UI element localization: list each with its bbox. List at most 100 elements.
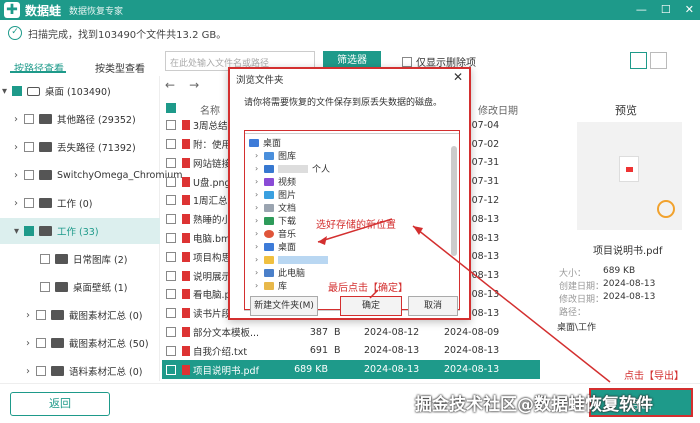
tree-item[interactable]: 日常图库 (2) xyxy=(40,246,127,272)
chevron-down-icon[interactable]: ▾ xyxy=(2,86,12,97)
dialog-close-icon[interactable]: ✕ xyxy=(453,70,463,84)
tree-checkbox[interactable] xyxy=(24,114,34,124)
zoom-icon[interactable] xyxy=(657,200,675,218)
tree-item[interactable]: › 工作 (0) xyxy=(14,190,92,216)
ok-button[interactable]: 确定 xyxy=(340,296,402,316)
folder-icon xyxy=(39,114,52,124)
chevron-right-icon[interactable]: › xyxy=(26,310,36,321)
sidebar: ▾ 桌面 (103490) › 其他路径 (29352) › 丢失路径 (713… xyxy=(0,76,183,384)
table-row[interactable]: 自我介绍.txt 691 B 2024-08-13 2024-08-13 xyxy=(162,342,540,361)
tree-label: 截图素材汇总 (50) xyxy=(69,339,149,350)
file-size-unit: B xyxy=(334,326,341,338)
back-arrow-icon[interactable]: ← xyxy=(165,78,175,92)
file-size: 691 xyxy=(309,345,328,357)
row-checkbox[interactable] xyxy=(166,327,176,338)
table-row[interactable]: 项目说明书.pdf 689 KB 2024-08-13 2024-08-13 xyxy=(162,360,540,379)
row-checkbox[interactable] xyxy=(166,214,176,225)
tree-item[interactable]: › 丢失路径 (71392) xyxy=(14,134,136,160)
tree-item[interactable]: › SwitchyOmega_Chromium xyxy=(14,162,183,188)
chevron-right-icon[interactable]: › xyxy=(14,142,24,153)
row-checkbox[interactable] xyxy=(166,233,176,244)
column-modified[interactable]: 修改日期 xyxy=(478,102,518,117)
scan-status: ✓ 扫描完成，找到103490个文件共13.2 GB。 xyxy=(8,23,226,43)
view-switcher xyxy=(630,52,667,69)
chevron-down-icon[interactable]: ▾ xyxy=(14,226,24,237)
close-icon[interactable]: ✕ xyxy=(685,3,694,16)
tree-item[interactable]: 桌面壁纸 (1) xyxy=(40,274,127,300)
tree-checkbox[interactable] xyxy=(40,254,50,264)
maximize-icon[interactable]: ☐ xyxy=(661,3,671,16)
tree-checkbox[interactable] xyxy=(12,86,22,96)
only-deleted-checkbox[interactable] xyxy=(402,56,412,67)
list-view-icon[interactable] xyxy=(630,52,647,69)
tree-item[interactable]: › 语料素材汇总 (0) xyxy=(26,358,142,384)
forward-arrow-icon[interactable]: → xyxy=(189,78,199,92)
tree-label: 桌面壁纸 (1) xyxy=(73,283,128,294)
new-folder-button[interactable]: 新建文件夹(M) xyxy=(250,296,318,316)
tree-item[interactable]: › 其他路径 (29352) xyxy=(14,106,136,132)
chevron-right-icon[interactable]: › xyxy=(14,198,24,209)
folder-icon xyxy=(51,310,64,320)
annotation-click-export: 点击【导出】 xyxy=(624,371,684,382)
file-icon xyxy=(182,157,190,168)
file-icon xyxy=(182,289,190,300)
row-checkbox[interactable] xyxy=(166,157,176,168)
tree-item[interactable]: › 截图素材汇总 (50) xyxy=(26,330,149,356)
tree-checkbox[interactable] xyxy=(40,282,50,292)
grid-view-icon[interactable] xyxy=(650,52,667,69)
folder-icon xyxy=(55,254,68,264)
minimize-icon[interactable]: — xyxy=(636,3,647,16)
file-icon xyxy=(182,214,190,225)
file-icon xyxy=(182,345,190,356)
file-icon xyxy=(182,327,190,338)
tree-label: 语料素材汇总 (0) xyxy=(69,367,143,378)
cancel-button[interactable]: 取消 xyxy=(408,296,458,316)
back-button[interactable]: 返回 xyxy=(10,392,110,416)
select-all-checkbox[interactable] xyxy=(166,103,176,113)
tree-checkbox[interactable] xyxy=(36,310,46,320)
row-checkbox[interactable] xyxy=(166,120,176,131)
file-icon xyxy=(182,176,190,187)
chevron-right-icon[interactable]: › xyxy=(14,114,24,125)
table-row[interactable]: 部分文本模板... 387 B 2024-08-12 2024-08-09 xyxy=(162,323,540,342)
file-size: 387 xyxy=(309,326,328,338)
column-name[interactable]: 名称 xyxy=(200,102,220,117)
tree-item[interactable]: › 截图素材汇总 (0) xyxy=(26,302,142,328)
tree-item-desktop[interactable]: ▾ 桌面 (103490) xyxy=(2,78,111,104)
created-value: 2024-08-13 xyxy=(603,279,656,289)
tree-checkbox[interactable] xyxy=(36,338,46,348)
modified-value: 2024-08-13 xyxy=(603,292,656,302)
row-checkbox[interactable] xyxy=(166,308,176,319)
file-name: 部分文本模板... xyxy=(193,328,260,340)
annotation-click-ok: 最后点击【确定】 xyxy=(328,283,408,294)
row-checkbox[interactable] xyxy=(166,176,176,187)
tree-checkbox[interactable] xyxy=(24,198,34,208)
file-created: 2024-08-13 xyxy=(364,364,420,376)
file-created: 2024-08-13 xyxy=(364,345,420,357)
tree-label: 其他路径 (29352) xyxy=(57,115,136,126)
row-checkbox[interactable] xyxy=(166,345,176,356)
file-icon xyxy=(182,120,190,131)
chevron-right-icon[interactable]: › xyxy=(14,170,24,181)
tree-item-work-selected[interactable]: ▾ 工作 (33) xyxy=(0,218,160,244)
file-icon xyxy=(182,233,190,244)
nav-row: ← → xyxy=(165,78,199,92)
row-checkbox[interactable] xyxy=(166,270,176,281)
tree-checkbox[interactable] xyxy=(36,366,46,376)
file-name: 自我介绍.txt xyxy=(193,346,248,358)
tree-label: 日常图库 (2) xyxy=(73,255,128,266)
scan-status-text: 扫描完成，找到103490个文件共13.2 GB。 xyxy=(28,29,227,41)
row-checkbox[interactable] xyxy=(166,364,176,375)
created-label: 创建日期： xyxy=(559,282,605,292)
row-checkbox[interactable] xyxy=(166,289,176,300)
row-checkbox[interactable] xyxy=(166,251,176,262)
row-checkbox[interactable] xyxy=(166,139,176,150)
tab-by-type[interactable]: 按类型查看 xyxy=(95,60,145,75)
row-checkbox[interactable] xyxy=(166,195,176,206)
file-icon xyxy=(182,270,190,281)
chevron-right-icon[interactable]: › xyxy=(26,338,36,349)
tree-checkbox[interactable] xyxy=(24,226,34,236)
tree-checkbox[interactable] xyxy=(24,170,34,180)
chevron-right-icon[interactable]: › xyxy=(26,366,36,377)
tree-checkbox[interactable] xyxy=(24,142,34,152)
